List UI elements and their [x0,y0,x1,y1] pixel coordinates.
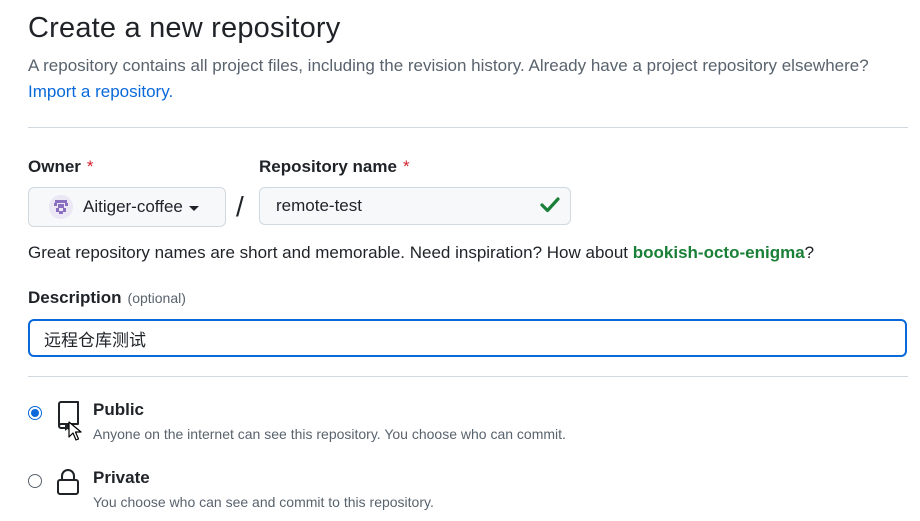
repo-name-label: Repository name * [259,157,410,177]
hint-text: Great repository names are short and mem… [28,243,629,262]
avatar [49,195,73,219]
page-subtitle: A repository contains all project files,… [28,56,869,75]
lock-icon [57,469,79,495]
required-mark: * [86,157,94,176]
description-input[interactable] [28,319,907,357]
owner-value: Aitiger-coffee [83,197,183,216]
private-description: You choose who can see and commit to thi… [93,494,434,510]
description-label: Description (optional) [28,288,186,308]
owner-label: Owner * [28,157,94,177]
divider [28,376,908,377]
repo-name-label-text: Repository name [259,157,397,176]
public-title: Public [93,400,145,419]
import-repository-link[interactable]: Import a repository. [28,82,173,102]
private-title: Private [93,468,150,487]
public-description: Anyone on the internet can see this repo… [93,426,566,442]
description-label-text: Description [28,288,122,307]
page-title: Create a new repository [28,12,341,44]
required-mark: * [402,157,410,176]
suggested-name-link[interactable]: bookish-octo-enigma [633,243,805,262]
caret-down-icon [188,205,199,211]
optional-tag: (optional) [127,290,186,306]
owner-repo-separator: / [236,191,244,222]
owner-select-button[interactable]: Aitiger-coffee [28,187,226,227]
divider [28,127,908,128]
repo-name-hint: Great repository names are short and mem… [28,243,814,263]
mouse-cursor-icon [68,421,82,441]
public-radio[interactable] [28,406,42,420]
repository-name-input[interactable] [259,187,571,225]
private-radio[interactable] [28,474,42,488]
hint-suffix: ? [804,243,815,262]
owner-label-text: Owner [28,157,81,176]
check-icon [540,197,560,213]
